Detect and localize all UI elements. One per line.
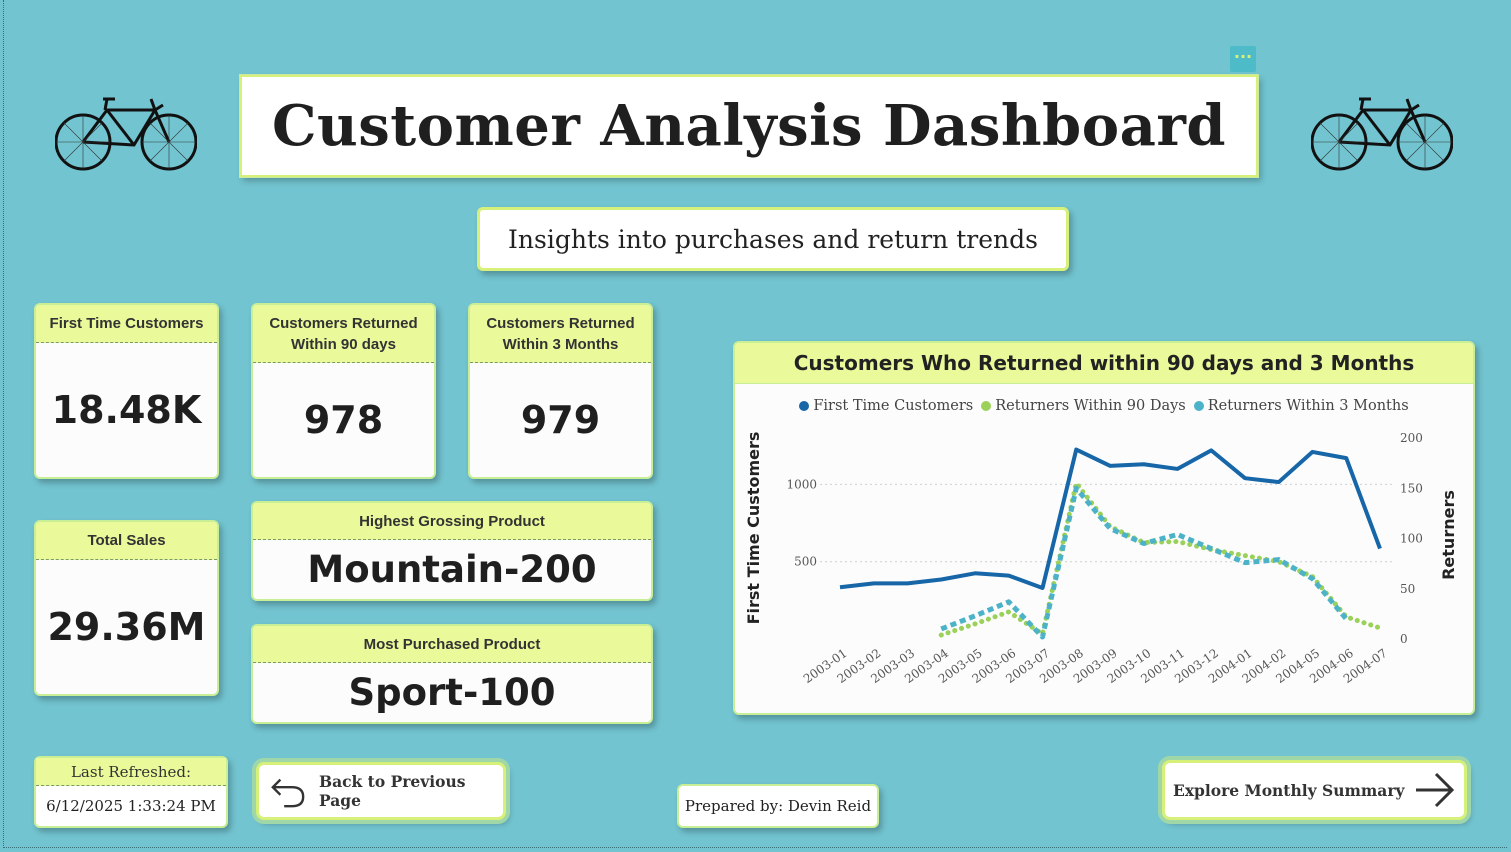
last-refreshed-card: Last Refreshed: 6/12/2025 1:33:24 PM bbox=[34, 756, 228, 828]
y2-tick-label: 200 bbox=[1400, 431, 1423, 445]
y2-axis-label: Returners bbox=[1439, 490, 1458, 580]
kpi-label: First Time Customers bbox=[36, 305, 217, 343]
kpi-value: Sport-100 bbox=[348, 671, 556, 714]
back-button[interactable]: Back to Previous Page bbox=[256, 762, 506, 820]
last-refreshed-label: Last Refreshed: bbox=[36, 758, 226, 786]
kpi-value: 979 bbox=[520, 398, 601, 442]
kpi-value: 978 bbox=[303, 398, 384, 442]
chart-plot[interactable]: First Time Customers Returners 500 1000 0 5… bbox=[735, 343, 1473, 713]
y2-tick-label: 100 bbox=[1400, 532, 1423, 546]
kpi-first-time-customers: First Time Customers 18.48K bbox=[34, 303, 219, 479]
explore-monthly-summary-button[interactable]: Explore Monthly Summary bbox=[1162, 760, 1467, 820]
back-button-label: Back to Previous Page bbox=[318, 772, 466, 810]
next-button-label: Explore Monthly Summary bbox=[1173, 780, 1405, 800]
kpi-returned-3-months: Customers Returned Within 3 Months 979 bbox=[468, 303, 653, 479]
kpi-returned-90-days: Customers Returned Within 90 days 978 bbox=[251, 303, 436, 479]
kpi-most-purchased-product: Most Purchased Product Sport-100 bbox=[251, 624, 653, 724]
page-title: Customer Analysis Dashboard bbox=[271, 93, 1227, 159]
kpi-label: Total Sales bbox=[36, 522, 217, 560]
subtitle-banner: Insights into purchases and return trend… bbox=[477, 207, 1069, 271]
kpi-value: Mountain-200 bbox=[307, 548, 597, 591]
kpi-label: Customers Returned Within 3 Months bbox=[470, 305, 651, 363]
right-arrow-icon bbox=[1416, 772, 1455, 808]
kpi-total-sales: Total Sales 29.36M bbox=[34, 520, 219, 696]
returners-chart: Customers Who Returned within 90 days an… bbox=[733, 341, 1475, 715]
kpi-label: Customers Returned Within 90 days bbox=[253, 305, 434, 363]
y-tick-label: 500 bbox=[794, 555, 817, 569]
kpi-label: Most Purchased Product bbox=[253, 626, 651, 663]
title-banner: Customer Analysis Dashboard bbox=[239, 74, 1259, 178]
last-refreshed-value: 6/12/2025 1:33:24 PM bbox=[46, 797, 216, 815]
y2-tick-label: 50 bbox=[1400, 582, 1415, 596]
back-arrow-icon bbox=[271, 778, 305, 808]
kpi-highest-grossing-product: Highest Grossing Product Mountain-200 bbox=[251, 501, 653, 601]
bicycle-icon bbox=[1311, 97, 1453, 171]
more-options-button[interactable]: ··· bbox=[1230, 46, 1256, 72]
page-subtitle: Insights into purchases and return trend… bbox=[508, 224, 1038, 254]
series-line-0[interactable] bbox=[839, 447, 1382, 590]
y2-tick-label: 150 bbox=[1400, 481, 1423, 495]
kpi-label: Highest Grossing Product bbox=[253, 503, 651, 540]
bicycle-icon bbox=[55, 97, 197, 171]
y-tick-label: 1000 bbox=[786, 477, 817, 491]
kpi-value: 29.36M bbox=[47, 605, 206, 649]
series-line-1[interactable] bbox=[938, 480, 1383, 638]
y2-tick-label: 0 bbox=[1400, 632, 1408, 646]
kpi-value: 18.48K bbox=[51, 388, 202, 432]
prepared-by-label: Prepared by: Devin Reid bbox=[677, 784, 879, 828]
y-axis-label: First Time Customers bbox=[744, 432, 763, 625]
